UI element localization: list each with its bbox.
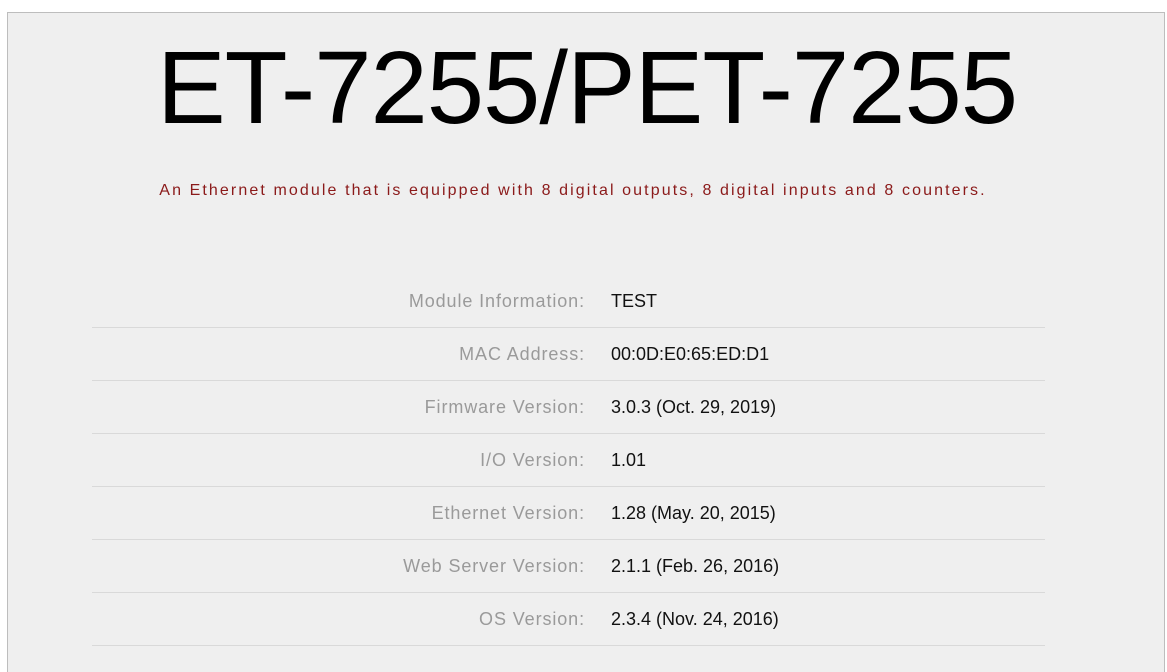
info-value: 2.1.1 (Feb. 26, 2016) (611, 556, 780, 576)
info-label: Module Information: (408, 291, 585, 311)
info-value: 1.28 (May. 20, 2015) (611, 503, 776, 523)
info-label: Ethernet Version: (431, 503, 585, 523)
info-row-io-version: I/O Version: 1.01 (92, 434, 1045, 487)
main-content-panel: ET-7255/PET-7255 An Ethernet module that… (7, 12, 1165, 672)
module-description: An Ethernet module that is equipped with… (159, 182, 987, 199)
info-label: Firmware Version: (424, 397, 585, 417)
info-label: I/O Version: (480, 450, 585, 470)
info-row-module-information: Module Information: TEST (92, 275, 1045, 328)
info-label: Web Server Version: (403, 556, 585, 576)
info-value: TEST (611, 291, 658, 311)
info-value: 00:0D:E0:65:ED:D1 (611, 344, 770, 364)
info-row-os-version: OS Version: 2.3.4 (Nov. 24, 2016) (92, 593, 1045, 646)
page-title: ET-7255/PET-7255 (156, 30, 1018, 145)
info-label: OS Version: (479, 609, 585, 629)
info-row-firmware-version: Firmware Version: 3.0.3 (Oct. 29, 2019) (92, 381, 1045, 434)
info-value: 3.0.3 (Oct. 29, 2019) (611, 397, 777, 417)
info-value: 1.01 (611, 450, 647, 470)
info-row-web-server-version: Web Server Version: 2.1.1 (Feb. 26, 2016… (92, 540, 1045, 593)
info-row-mac-address: MAC Address: 00:0D:E0:65:ED:D1 (92, 328, 1045, 381)
module-info-table: Module Information: TEST MAC Address: 00… (92, 275, 1045, 646)
info-label: MAC Address: (459, 344, 585, 364)
info-value: 2.3.4 (Nov. 24, 2016) (611, 609, 779, 629)
info-row-ethernet-version: Ethernet Version: 1.28 (May. 20, 2015) (92, 487, 1045, 540)
